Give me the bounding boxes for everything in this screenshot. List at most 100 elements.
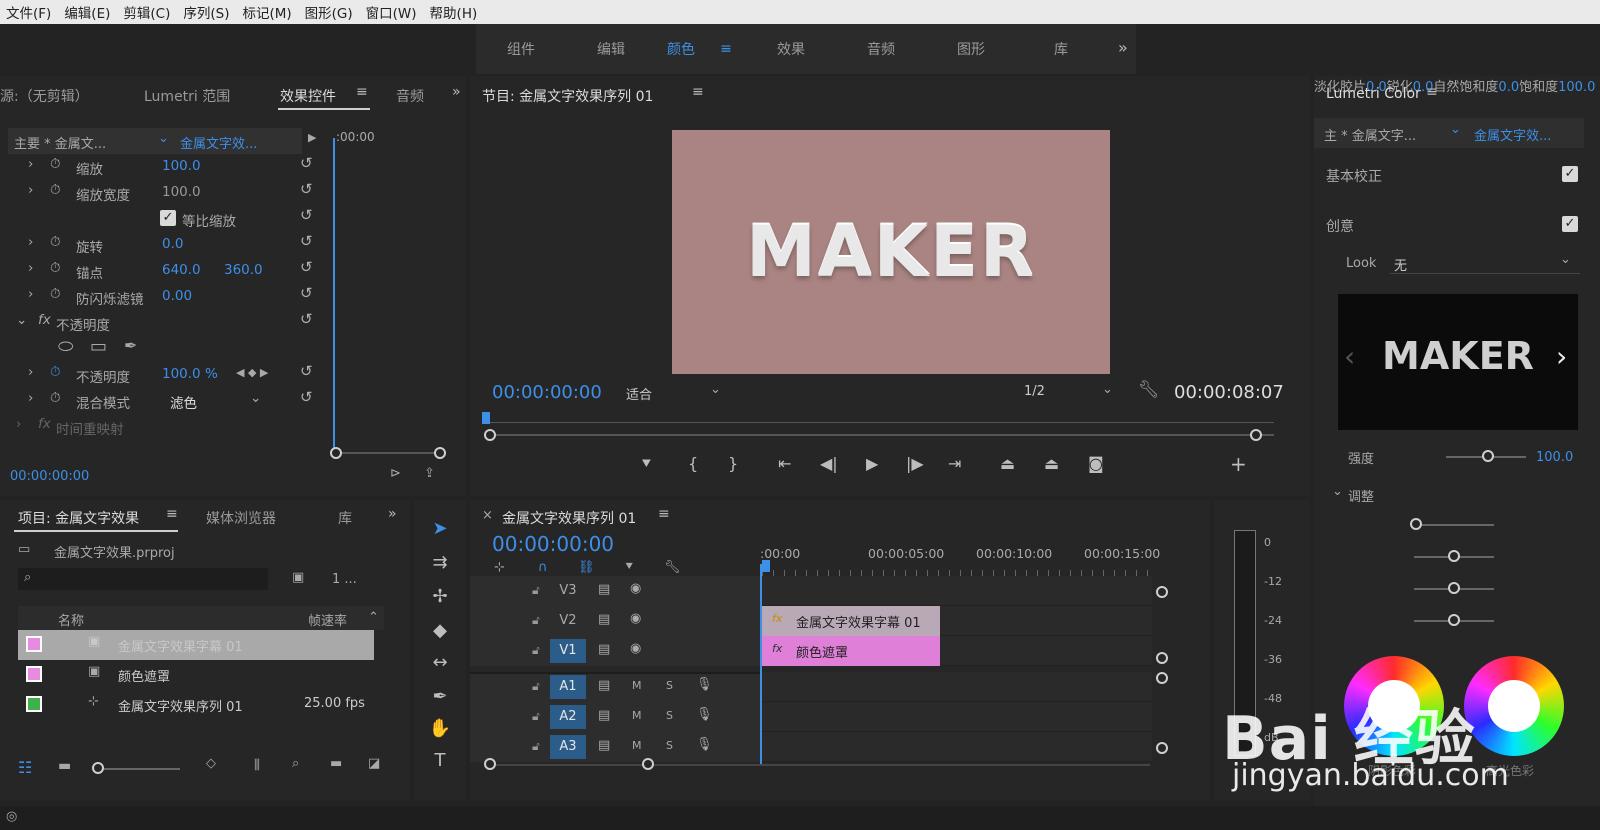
chevron-right-icon[interactable]: ⌄ [16,312,27,328]
project-search-input[interactable]: ⌕ [18,568,268,590]
ec-zoom-scrollbar[interactable] [340,452,440,454]
reset-icon[interactable]: ↺ [300,362,313,380]
close-icon[interactable]: × [482,508,493,523]
sync-lock-icon[interactable]: ▤ [598,642,610,657]
label-color-swatch[interactable] [26,636,42,652]
type-tool-icon[interactable]: T [428,750,452,771]
go-to-out-icon[interactable]: ⇥ [948,454,961,473]
sync-lock-icon[interactable]: ▤ [598,612,610,627]
track-target[interactable]: V3 [550,579,586,603]
cloud-sync-icon[interactable]: ◎ [6,809,17,824]
program-playhead[interactable] [482,412,490,424]
highlight-tint-wheel[interactable] [1464,656,1564,756]
program-current-timecode[interactable]: 00:00:00:00 [492,382,602,403]
tab-effect-controls[interactable]: 效果控件 [280,86,336,106]
adjust-slider-value[interactable]: 100.0 [1558,80,1595,95]
panel-menu-icon[interactable]: ≡ [692,84,704,100]
export-icon[interactable]: ⇪ [424,466,435,481]
chevron-right-icon[interactable]: › [28,390,33,406]
chevron-up-icon[interactable]: ⌃ [368,610,379,625]
chevron-right-icon[interactable]: › [28,182,33,198]
reset-icon[interactable]: ↺ [300,310,313,328]
program-monitor-title[interactable]: 节目: 金属文字效果序列 01 [482,86,653,106]
project-list-item[interactable]: ▣ 金属文字效果字幕 01 [18,630,374,660]
tab-lumetri-scopes[interactable]: Lumetri 范围 [144,86,230,106]
lock-icon[interactable]: 🔓︎ [532,583,540,598]
adjust-slider-knob[interactable] [1448,614,1460,626]
eye-icon[interactable]: ◉ [630,611,641,626]
track-target[interactable]: A3 [550,735,586,759]
stopwatch-icon[interactable]: ⏱ [50,390,61,406]
stopwatch-icon[interactable]: ⏱ [50,286,61,302]
tab-libraries[interactable]: 库 [338,508,352,528]
timeline-zoom-right[interactable] [642,758,654,770]
reset-icon[interactable]: ↺ [300,258,313,276]
reset-icon[interactable]: ↺ [300,206,313,224]
menu-item-7[interactable]: 帮助(H) [430,2,478,22]
chevron-right-icon[interactable]: › [28,156,33,172]
ec-zoom-handle-left[interactable] [330,447,342,459]
tab-project[interactable]: 项目: 金属文字效果 [18,508,139,528]
chevron-right-icon[interactable]: › [1556,340,1567,373]
column-frame-rate[interactable]: 帧速率 [308,610,347,629]
column-name[interactable]: 名称 [58,610,84,629]
track-select-tool-icon[interactable]: ⇉ [428,552,452,573]
track-lane[interactable] [762,672,1152,702]
timeline-timecode[interactable]: 00:00:00:00 [492,532,614,556]
track-target[interactable]: V1 [550,639,586,663]
overflow-icon[interactable]: » [452,84,461,100]
stopwatch-icon[interactable]: ⏱ [50,156,61,172]
workspace-menu-icon[interactable]: ≡ [706,41,746,57]
eye-icon[interactable]: ◉ [630,641,641,656]
thumbnail-size-knob[interactable] [92,762,104,774]
workspace-tab-graphics[interactable]: 图形 [926,39,1016,59]
rectangle-mask-icon[interactable]: ▭ [90,336,107,357]
label-color-swatch[interactable] [26,696,42,712]
clip-dropdown[interactable]: 金属文字效... [180,133,257,152]
timeline-clip-title[interactable]: fx 金属文字效果字幕 01 [762,606,940,636]
label-color-swatch[interactable] [26,666,42,682]
ripple-edit-tool-icon[interactable]: ✢ [428,586,452,607]
step-forward-icon[interactable]: |▶ [906,454,924,473]
pen-tool-icon[interactable]: ✒ [428,686,452,707]
track-target[interactable]: V2 [550,609,586,633]
track-lane[interactable] [762,576,1152,606]
chevron-down-icon[interactable]: ⌄ [1332,484,1343,499]
playhead-handle[interactable] [762,560,770,572]
timeline-zoom-bar[interactable] [490,764,1150,766]
chevron-right-icon[interactable]: › [28,286,33,302]
effect-row-value[interactable]: 100.0 [162,184,201,200]
tab-source[interactable]: 源:（无剪辑） [0,86,89,106]
menu-item-4[interactable]: 标记(M) [242,2,291,22]
workspace-tab-assembly[interactable]: 组件 [476,39,566,59]
sync-lock-icon[interactable]: ▤ [598,738,610,753]
sync-lock-icon[interactable]: ▤ [598,678,610,693]
lumetri-clip-selector[interactable]: 主 * 金属文字... ⌄ 金属文字效... [1314,118,1584,148]
stopwatch-icon[interactable]: ⏱ [50,182,61,198]
track-target[interactable]: A1 [550,675,586,699]
stopwatch-icon[interactable]: ⏱ [50,260,61,276]
effect-row-value[interactable]: 0.00 [162,288,192,304]
lock-icon[interactable]: 🔓︎ [532,643,540,658]
lock-icon[interactable]: 🔓︎ [532,709,540,724]
a-scroll-handle-top[interactable] [1156,672,1168,684]
workspace-tab-audio[interactable]: 音频 [836,39,926,59]
extract-icon[interactable]: ⏏ [1044,454,1059,473]
ellipse-mask-icon[interactable]: ⬭ [58,336,73,357]
microphone-icon[interactable]: 🎙︎ [696,677,713,692]
list-view-icon[interactable]: ☷ [18,758,32,777]
eye-icon[interactable]: ◉ [630,581,641,596]
v-scroll-handle-top[interactable] [1156,586,1168,598]
effect-row-value[interactable]: 100.0 [162,158,201,174]
mute-button[interactable]: M [632,679,642,692]
effect-row-value[interactable]: 滤色 [170,392,197,412]
menu-item-6[interactable]: 窗口(W) [366,2,417,22]
workspace-tab-effects[interactable]: 效果 [746,39,836,59]
lock-icon[interactable]: 🔓︎ [532,679,540,694]
workspace-tab-editing[interactable]: 编辑 [566,39,656,59]
icon-view-icon[interactable]: ▬ [58,758,71,774]
ec-timecode[interactable]: 00:00:00:00 [10,469,89,484]
fit-dropdown[interactable]: 适合 ⌄ [620,382,730,403]
track-lane[interactable] [762,702,1152,732]
project-list-item[interactable]: ⊹ 金属文字效果序列 01 25.00 fps [18,690,374,720]
